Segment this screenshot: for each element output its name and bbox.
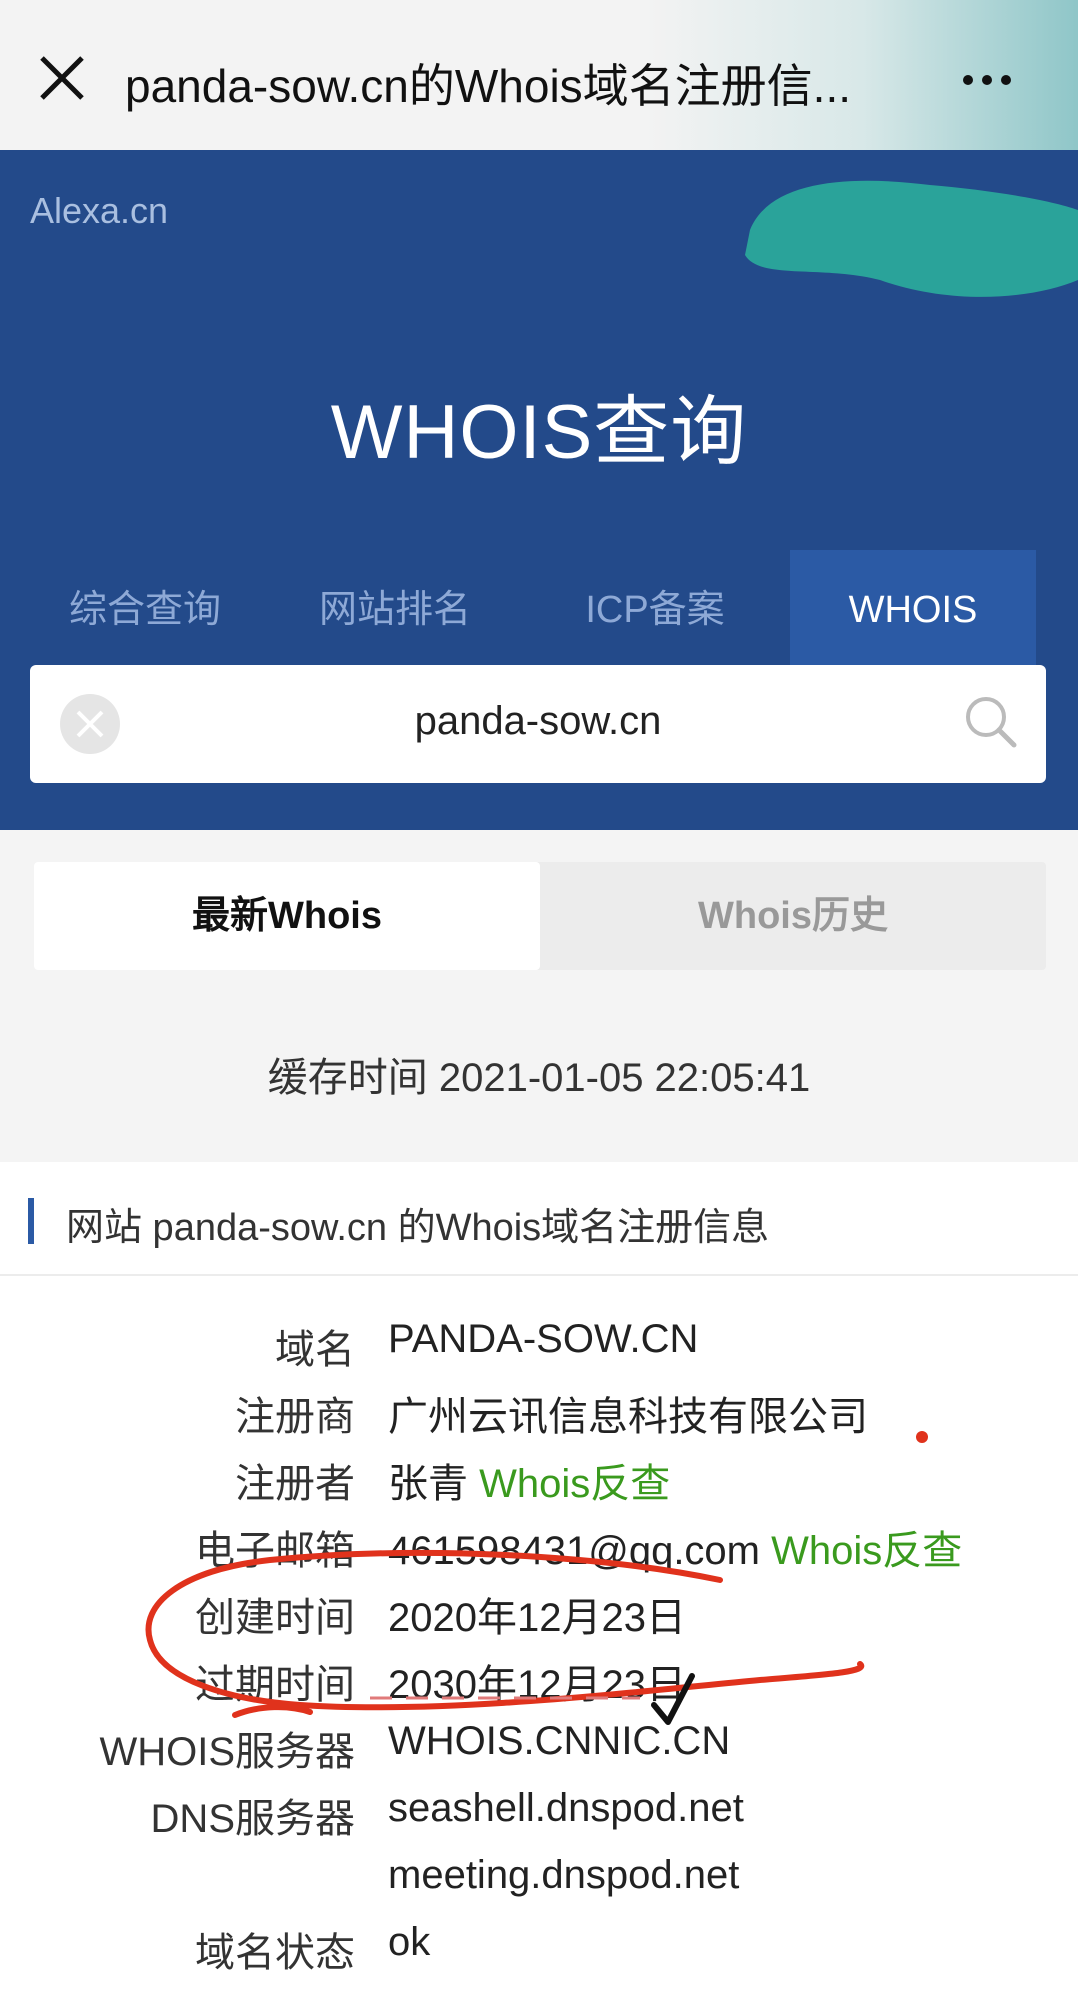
tab-whois[interactable]: WHOIS — [790, 550, 1036, 670]
label-status: 域名状态 — [195, 1931, 355, 1975]
row-created: 创建时间 2020年12月23日 — [0, 1585, 1078, 1645]
value-email: 461598431@qq.com Whois反查 — [388, 1518, 962, 1576]
query-tabs: 综合查询 网站排名 ICP备案 WHOIS — [40, 550, 1036, 670]
email-reverse-lookup-link[interactable]: Whois反查 — [771, 1529, 962, 1573]
whois-info-card: 网站 panda-sow.cn 的Whois域名注册信息 域名 PANDA-SO… — [0, 1162, 1078, 2012]
tab-ranking[interactable]: 网站排名 — [290, 550, 500, 670]
row-expires: 过期时间 2030年12月23日 — [0, 1652, 1078, 1712]
row-registrant: 注册者 张青 Whois反查 — [0, 1451, 1078, 1511]
redaction-scribble — [745, 180, 1078, 297]
label-registrar: 注册商 — [235, 1395, 355, 1439]
search-input[interactable]: panda-sow.cn — [30, 699, 1046, 744]
label-created: 创建时间 — [195, 1596, 355, 1640]
row-whois-server: WHOIS服务器 WHOIS.CNNIC.CN — [0, 1719, 1078, 1779]
label-domain: 域名 — [275, 1328, 355, 1372]
brand-logo[interactable]: Alexa.cn — [30, 190, 168, 232]
row-domain: 域名 PANDA-SOW.CN — [0, 1317, 1078, 1377]
whois-segment-control: 最新Whois Whois历史 — [34, 862, 1046, 970]
value-registrant: 张青 Whois反查 — [388, 1451, 670, 1509]
close-icon[interactable] — [36, 52, 88, 104]
hero-title: WHOIS查询 — [330, 390, 748, 475]
label-dns: DNS服务器 — [150, 1797, 355, 1841]
value-dns-2: meeting.dnspod.net — [388, 1853, 740, 1897]
top-bar: panda-sow.cn的Whois域名注册信... — [0, 0, 1078, 150]
section-header: 网站 panda-sow.cn 的Whois域名注册信息 — [0, 1162, 1078, 1276]
label-registrant: 注册者 — [235, 1462, 355, 1506]
page-title: panda-sow.cn的Whois域名注册信... — [125, 60, 852, 112]
label-expires: 过期时间 — [195, 1663, 355, 1707]
value-created: 2020年12月23日 — [388, 1596, 686, 1640]
section-title: 网站 panda-sow.cn 的Whois域名注册信息 — [66, 1207, 770, 1249]
registrant-name: 张青 — [388, 1462, 468, 1506]
value-expires: 2030年12月23日 — [388, 1663, 686, 1707]
registrant-reverse-lookup-link[interactable]: Whois反查 — [479, 1462, 670, 1506]
row-dns: DNS服务器 seashell.dnspod.net — [0, 1786, 1078, 1846]
row-status: 域名状态 ok — [0, 1920, 1078, 1980]
value-registrar: 广州云讯信息科技有限公司 — [388, 1395, 868, 1439]
row-email: 电子邮箱 461598431@qq.com Whois反查 — [0, 1518, 1078, 1578]
search-bar[interactable]: panda-sow.cn — [30, 665, 1046, 783]
value-whois-server: WHOIS.CNNIC.CN — [388, 1719, 731, 1763]
tab-overview[interactable]: 综合查询 — [40, 550, 250, 670]
segment-whois-history[interactable]: Whois历史 — [540, 862, 1046, 970]
email-address: 461598431@qq.com — [388, 1529, 760, 1573]
section-accent-bar — [28, 1198, 34, 1244]
value-domain: PANDA-SOW.CN — [388, 1317, 699, 1361]
cache-time: 缓存时间 2021-01-05 22:05:41 — [267, 1056, 811, 1100]
row-registrar: 注册商 广州云讯信息科技有限公司 — [0, 1384, 1078, 1444]
hero-banner: Alexa.cn WHOIS查询 综合查询 网站排名 ICP备案 WHOIS p… — [0, 150, 1078, 830]
value-dns-1: seashell.dnspod.net — [388, 1786, 744, 1830]
segment-latest-whois[interactable]: 最新Whois — [34, 862, 540, 970]
more-options-icon[interactable] — [963, 72, 1020, 90]
label-whois-server: WHOIS服务器 — [99, 1730, 355, 1774]
tab-icp[interactable]: ICP备案 — [540, 550, 770, 670]
row-dns-2: meeting.dnspod.net — [0, 1853, 1078, 1913]
value-status: ok — [388, 1920, 431, 1964]
label-email: 电子邮箱 — [195, 1529, 355, 1573]
search-icon[interactable] — [962, 693, 1020, 751]
